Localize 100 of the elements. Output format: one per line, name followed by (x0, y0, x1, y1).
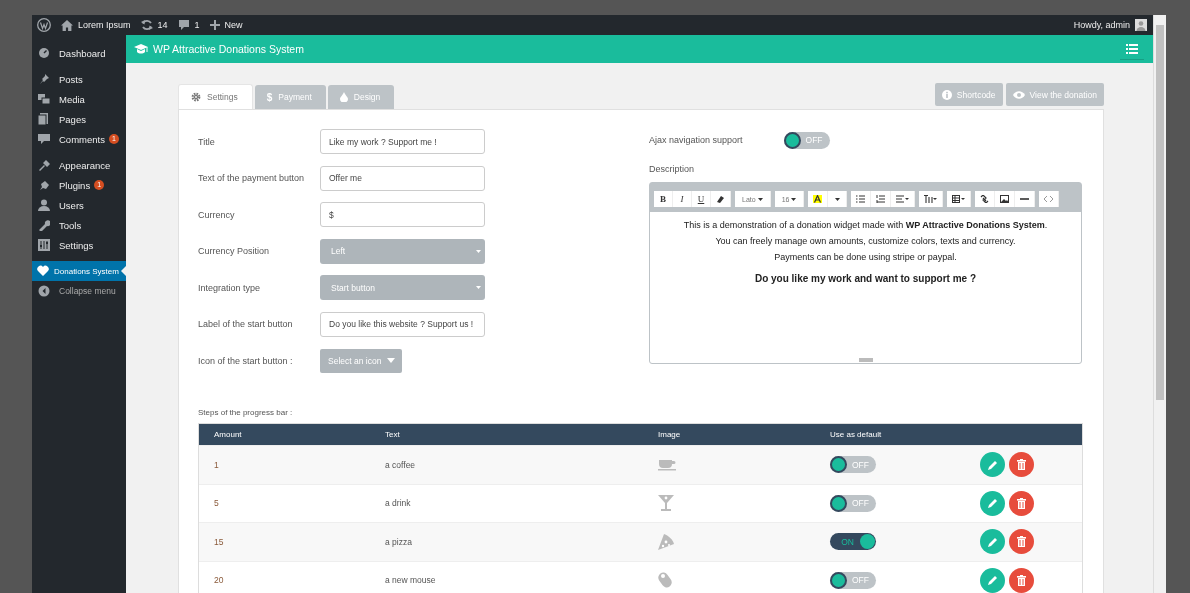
new-link[interactable]: New (209, 20, 243, 30)
media-icon (38, 93, 50, 105)
brush-icon (38, 159, 50, 171)
user-icon (38, 199, 50, 211)
delete-button[interactable] (1009, 529, 1034, 555)
toolbar-button[interactable] (711, 191, 731, 207)
input-field[interactable]: Do you like this website ? Support us ! (320, 311, 485, 337)
resize-handle-icon[interactable] (859, 358, 873, 362)
column-header: Amount (214, 430, 243, 439)
horizontal-rule-icon (1020, 195, 1030, 203)
plus-icon (209, 20, 220, 30)
updates-link[interactable]: 14 (140, 19, 168, 31)
bullet-list-icon (856, 195, 866, 203)
edit-button[interactable] (980, 452, 1005, 478)
field-label: Title (198, 136, 215, 147)
plug-icon (38, 179, 50, 191)
scrollbar[interactable] (1153, 15, 1166, 593)
caret-icon (834, 197, 840, 201)
sidebar-item[interactable]: Users (32, 195, 126, 215)
toolbar-button[interactable] (1015, 191, 1036, 207)
delete-button[interactable] (1009, 567, 1034, 593)
caret-icon (387, 358, 396, 363)
format-button[interactable]: I (673, 191, 692, 207)
align-icon (896, 195, 910, 203)
cup-icon (658, 458, 676, 472)
field-label: Currency (198, 209, 235, 220)
table-icon (952, 195, 966, 203)
pages-icon (38, 113, 50, 125)
sidebar-item[interactable]: Dashboard (32, 43, 126, 63)
code-icon (1044, 195, 1054, 203)
field-label: Ajax navigation support (649, 135, 743, 145)
input-field[interactable]: Like my work ? Support me ! (320, 129, 485, 154)
sidebar-item[interactable]: Collapse menu (32, 281, 126, 301)
trash-icon (1017, 459, 1026, 471)
pointer-icon (121, 266, 126, 276)
avatar-icon (1135, 19, 1147, 31)
tab[interactable]: Settings (178, 84, 253, 109)
toolbar-button[interactable] (975, 191, 996, 207)
pencil-icon (987, 575, 998, 586)
table-cell-text: 15 (214, 536, 225, 547)
edit-button[interactable] (980, 567, 1005, 593)
section-label: Steps of the progress bar : (198, 408, 294, 419)
site-link[interactable]: Lorem Ipsum (61, 19, 131, 31)
column-header: Use as default (830, 430, 883, 439)
sidebar-item[interactable]: Donations System (32, 261, 126, 281)
sidebar-item[interactable]: Settings (32, 235, 126, 255)
table-cell-text: a drink (385, 498, 412, 509)
eraser-icon (716, 195, 725, 203)
pencil-icon (987, 498, 998, 509)
pencil-icon (987, 459, 998, 470)
format-button[interactable]: B (654, 191, 673, 207)
graduation-cap-icon (134, 43, 148, 55)
pizza-slice-icon (658, 533, 674, 550)
table-cell-text: 1 (214, 459, 220, 470)
paragraph: Do you like my work and want to support me ? (753, 273, 978, 284)
cocktail-glass-icon (658, 495, 674, 512)
eye-icon (1012, 90, 1025, 99)
comments-link[interactable]: 1 (177, 19, 200, 31)
sidebar-item[interactable]: Appearance (32, 155, 126, 175)
table-cell-text: 5 (214, 498, 220, 509)
sidebar-item[interactable]: Tools (32, 215, 126, 235)
delete-button[interactable] (1009, 490, 1034, 516)
trash-icon (1017, 536, 1026, 548)
toggle-switch[interactable]: ON (830, 533, 876, 551)
toolbar-button[interactable] (995, 191, 1016, 207)
table-cell-text: a coffee (385, 459, 417, 470)
column-header: Image (658, 430, 682, 439)
sidebar-item[interactable]: Pages (32, 109, 126, 129)
input-field[interactable]: Offer me (320, 165, 485, 191)
account-link[interactable]: Howdy, admin (1073, 19, 1147, 31)
table-cell-text: a new mouse (385, 575, 437, 586)
edit-button[interactable] (980, 490, 1005, 516)
dashboard-icon (38, 47, 50, 59)
toolbar-button[interactable] (808, 191, 829, 207)
field-label: Text of the payment button (198, 173, 305, 183)
line-height-icon (924, 195, 938, 203)
delete-button[interactable] (1009, 452, 1034, 478)
table-cell-text: a pizza (385, 536, 413, 547)
refresh-icon (140, 19, 153, 31)
format-button[interactable]: U (692, 191, 711, 207)
edit-button[interactable] (980, 529, 1005, 555)
numbered-list-icon (876, 195, 886, 203)
text-color-icon (813, 195, 823, 203)
trash-icon (1017, 574, 1026, 586)
field-label: Integration type (198, 282, 261, 293)
field-label: Currency Position (198, 246, 270, 256)
heart-icon (37, 265, 49, 277)
caret-icon (476, 286, 481, 289)
trash-icon (1017, 497, 1026, 509)
input-field[interactable]: $ (320, 202, 485, 227)
pencil-icon (987, 536, 998, 547)
toolbar-button[interactable] (947, 191, 972, 207)
image-icon (1000, 195, 1010, 203)
column-header: Text (385, 430, 401, 439)
sidebar-item[interactable]: Media (32, 89, 126, 109)
sidebar-item[interactable]: Posts (32, 69, 126, 89)
wordpress-logo-icon[interactable] (37, 18, 51, 32)
caret-icon (757, 197, 763, 201)
paragraph: Payments can be done using stripe or paypal. (773, 252, 958, 263)
field-label: Icon of the start button : (198, 355, 293, 366)
